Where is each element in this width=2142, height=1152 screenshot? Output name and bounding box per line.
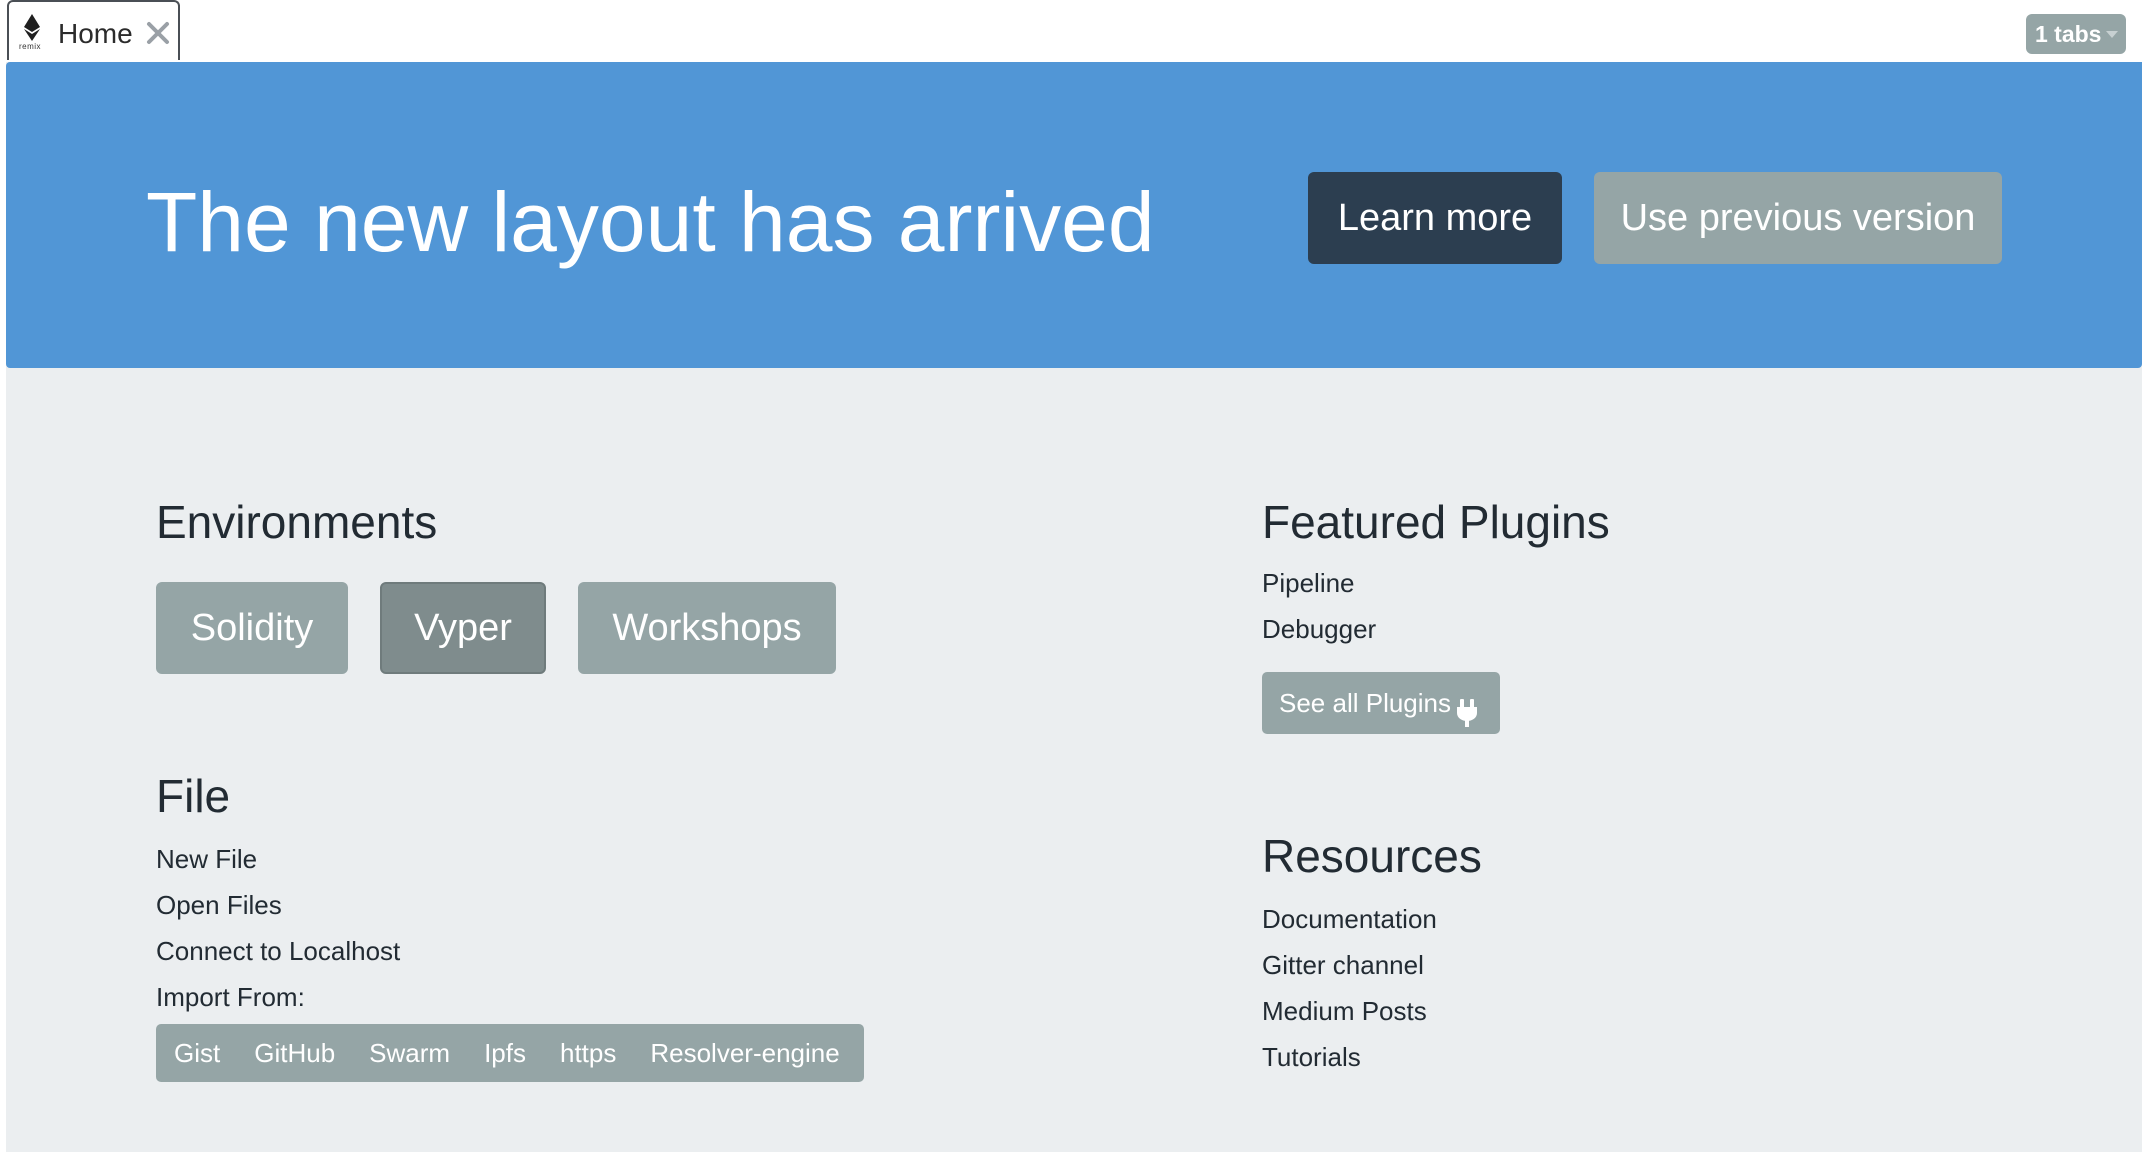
featured-plugins-title: Featured Plugins	[1262, 496, 1610, 548]
tab-label: Home	[58, 18, 133, 49]
import-resolver-engine-button[interactable]: Resolver-engine	[642, 1024, 847, 1082]
import-github-button[interactable]: GitHub	[246, 1024, 343, 1082]
use-previous-version-button[interactable]: Use previous version	[1594, 172, 2002, 264]
announcement-banner: The new layout has arrived Learn more Us…	[6, 62, 2142, 368]
open-files-link[interactable]: Open Files	[156, 890, 282, 920]
debugger-plugin-link[interactable]: Debugger	[1262, 614, 1376, 644]
import-swarm-button[interactable]: Swarm	[361, 1024, 458, 1082]
tab-home[interactable]: remix Home	[7, 0, 180, 60]
import-gist-button[interactable]: Gist	[166, 1024, 228, 1082]
file-title: File	[156, 770, 231, 822]
import-from-label: Import From:	[156, 982, 305, 1012]
banner-title: The new layout has arrived	[146, 175, 1155, 269]
medium-posts-link[interactable]: Medium Posts	[1262, 996, 1427, 1026]
resources-title: Resources	[1262, 830, 1482, 882]
workshops-env-button[interactable]: Workshops	[578, 582, 836, 674]
home-page: The new layout has arrived Learn more Us…	[6, 62, 2142, 1152]
close-icon[interactable]	[144, 19, 172, 47]
plug-icon	[1456, 688, 1478, 727]
import-source-group: Gist GitHub Swarm Ipfs https Resolver-en…	[156, 1024, 864, 1082]
solidity-env-button[interactable]: Solidity	[156, 582, 348, 674]
gitter-channel-link[interactable]: Gitter channel	[1262, 950, 1424, 980]
tab-bar: remix Home 1 tabs	[0, 0, 2142, 62]
pipeline-plugin-link[interactable]: Pipeline	[1262, 568, 1355, 598]
import-ipfs-button[interactable]: Ipfs	[476, 1024, 534, 1082]
tabs-count-label: 1 tabs	[2035, 21, 2102, 47]
see-all-plugins-button[interactable]: See all Plugins	[1262, 672, 1500, 734]
documentation-link[interactable]: Documentation	[1262, 904, 1437, 934]
import-https-button[interactable]: https	[552, 1024, 624, 1082]
new-file-link[interactable]: New File	[156, 844, 257, 874]
learn-more-button[interactable]: Learn more	[1308, 172, 1562, 264]
remix-logo-caption: remix	[19, 42, 42, 51]
environments-title: Environments	[156, 496, 438, 548]
tutorials-link[interactable]: Tutorials	[1262, 1042, 1361, 1072]
vyper-env-button[interactable]: Vyper	[380, 582, 546, 674]
see-all-plugins-label: See all Plugins	[1279, 688, 1451, 718]
caret-down-icon	[2106, 31, 2118, 38]
connect-localhost-link[interactable]: Connect to Localhost	[156, 936, 400, 966]
ethereum-diamond-icon: remix	[19, 14, 45, 54]
tabs-count-dropdown[interactable]: 1 tabs	[2026, 14, 2126, 54]
